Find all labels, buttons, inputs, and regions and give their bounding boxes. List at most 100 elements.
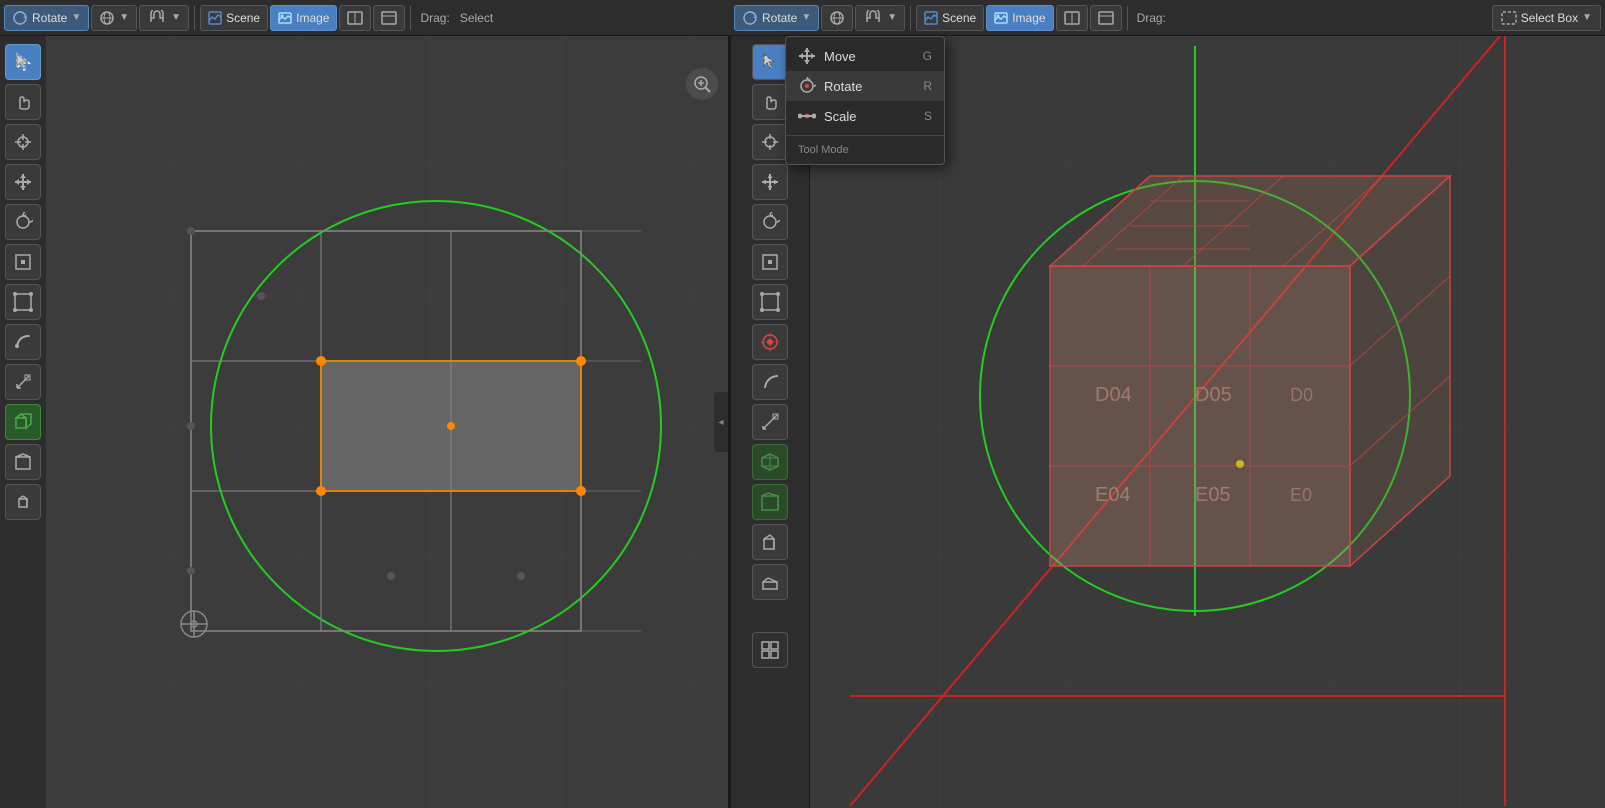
center-tool-pivot[interactable] — [752, 324, 788, 360]
move-shortcut: G — [923, 49, 932, 63]
scale-icon-svg — [798, 107, 816, 125]
tool-move[interactable] — [5, 164, 41, 200]
image-label-right: Image — [1012, 11, 1045, 25]
tool-select[interactable] — [5, 44, 41, 80]
rotate-icon-right — [742, 10, 758, 26]
rotate-label: Rotate — [824, 79, 862, 94]
globe-dropdown-arrow: ▼ — [119, 12, 129, 23]
center-pivot-icon — [760, 332, 780, 352]
scale-label: Scale — [824, 109, 857, 124]
center-ruler-icon — [760, 412, 780, 432]
rotate-button[interactable]: Rotate ▼ — [4, 5, 89, 31]
tool-box[interactable] — [5, 444, 41, 480]
globe-button[interactable]: ▼ — [91, 5, 137, 31]
svg-text:D04: D04 — [1095, 384, 1132, 406]
image-icon-left — [278, 11, 292, 25]
dropdown-item-rotate[interactable]: Rotate R — [786, 71, 944, 101]
center-tool-small-cube[interactable] — [752, 524, 788, 560]
viewport-left[interactable]: ◂ — [0, 36, 730, 808]
sep1 — [194, 6, 195, 30]
crosshair-icon — [13, 132, 33, 152]
center-overlay-btn[interactable] — [752, 632, 788, 668]
toolbar-right: Rotate ▼ ▼ Sce — [730, 5, 1605, 31]
center-tool-extra[interactable] — [752, 564, 788, 600]
scale-shortcut: S — [924, 109, 932, 123]
center-tool-arrows[interactable] — [752, 164, 788, 200]
svg-text:E04: E04 — [1095, 484, 1131, 506]
center-tool-annotate[interactable] — [752, 364, 788, 400]
dropdown-item-move[interactable]: Move G — [786, 41, 944, 71]
rotate-menu-icon — [798, 77, 816, 95]
move-label: Move — [824, 49, 856, 64]
dropdown-menu: Move G Rotate R Scale S — [785, 36, 945, 165]
tool-rotate[interactable] — [5, 204, 41, 240]
panel-button-left[interactable] — [339, 5, 371, 31]
image-button-right[interactable]: Image — [986, 5, 1053, 31]
center-tool-transform-full[interactable] — [752, 284, 788, 320]
snap-dropdown-arrow-right: ▼ — [887, 12, 897, 23]
globe-icon-right — [829, 10, 845, 26]
tool-mode-label: Tool Mode — [786, 140, 944, 160]
snap-dropdown-arrow: ▼ — [171, 12, 181, 23]
tool-pan[interactable] — [5, 84, 41, 120]
tool-cursor[interactable] — [5, 124, 41, 160]
zoom-nav-icon[interactable] — [686, 68, 718, 100]
dropdown-item-scale[interactable]: Scale S — [786, 101, 944, 131]
left-scene-svg — [46, 36, 728, 808]
tool-add-cube[interactable] — [5, 404, 41, 440]
small-box-icon — [13, 492, 33, 512]
scene-icon-left — [208, 11, 222, 25]
rotate-shortcut: R — [923, 79, 932, 93]
rotate-label-right: Rotate — [762, 11, 797, 25]
center-tool-rotate[interactable] — [752, 204, 788, 240]
left-sidebar-tools — [0, 36, 46, 808]
tool-measure[interactable] — [5, 364, 41, 400]
scene-button-right[interactable]: Scene — [916, 5, 984, 31]
scene-icon-right — [924, 11, 938, 25]
center-tool-crosshair[interactable] — [752, 124, 788, 160]
select-box-button[interactable]: Select Box ▼ — [1492, 5, 1601, 31]
move-icon-svg — [798, 47, 816, 65]
cursor-icon — [13, 52, 33, 72]
center-tool-pan[interactable] — [752, 84, 788, 120]
center-tool-add-3d[interactable] — [752, 444, 788, 480]
center-tool-box-green[interactable] — [752, 484, 788, 520]
tool-transform[interactable] — [5, 284, 41, 320]
viewport-collapse-arrow[interactable]: ◂ — [714, 392, 728, 452]
svg-text:D05: D05 — [1195, 384, 1232, 406]
snap-button[interactable]: ▼ — [139, 5, 189, 31]
scene-button-left[interactable]: Scene — [200, 5, 268, 31]
center-tool-ruler[interactable] — [752, 404, 788, 440]
snap-button-right[interactable]: ▼ — [855, 5, 905, 31]
tool-annotate[interactable] — [5, 324, 41, 360]
sep4 — [1127, 6, 1128, 30]
rotate-dropdown-arrow-right: ▼ — [801, 12, 811, 23]
globe-button-right[interactable] — [821, 5, 853, 31]
snap-icon — [147, 10, 167, 26]
center-cursor-icon — [760, 52, 780, 72]
svg-text:E05: E05 — [1195, 484, 1231, 506]
panel2-button-left[interactable] — [373, 5, 405, 31]
tool-scale[interactable] — [5, 244, 41, 280]
image-label-left: Image — [296, 11, 329, 25]
svg-text:E0: E0 — [1290, 485, 1312, 505]
center-crosshair-icon — [760, 132, 780, 152]
center-annotate-icon — [760, 372, 780, 392]
sep2 — [410, 6, 411, 30]
center-scale-sq-icon — [760, 252, 780, 272]
center-tool-scale-sq[interactable] — [752, 244, 788, 280]
center-add-3d-icon — [759, 451, 781, 473]
tool-small-box[interactable] — [5, 484, 41, 520]
center-pan-icon — [760, 92, 780, 112]
center-transform-full-icon — [760, 292, 780, 312]
panel2-button-right[interactable] — [1090, 5, 1122, 31]
snap-icon-right — [863, 10, 883, 26]
add-cube-icon — [13, 412, 33, 432]
dropdown-separator — [786, 135, 944, 136]
rotate-button-right[interactable]: Rotate ▼ — [734, 5, 819, 31]
center-tool-select[interactable] — [752, 44, 788, 80]
scene-left-canvas[interactable]: ◂ — [46, 36, 728, 808]
scene-label-left: Scene — [226, 11, 260, 25]
panel-button-right[interactable] — [1056, 5, 1088, 31]
image-button-left[interactable]: Image — [270, 5, 337, 31]
